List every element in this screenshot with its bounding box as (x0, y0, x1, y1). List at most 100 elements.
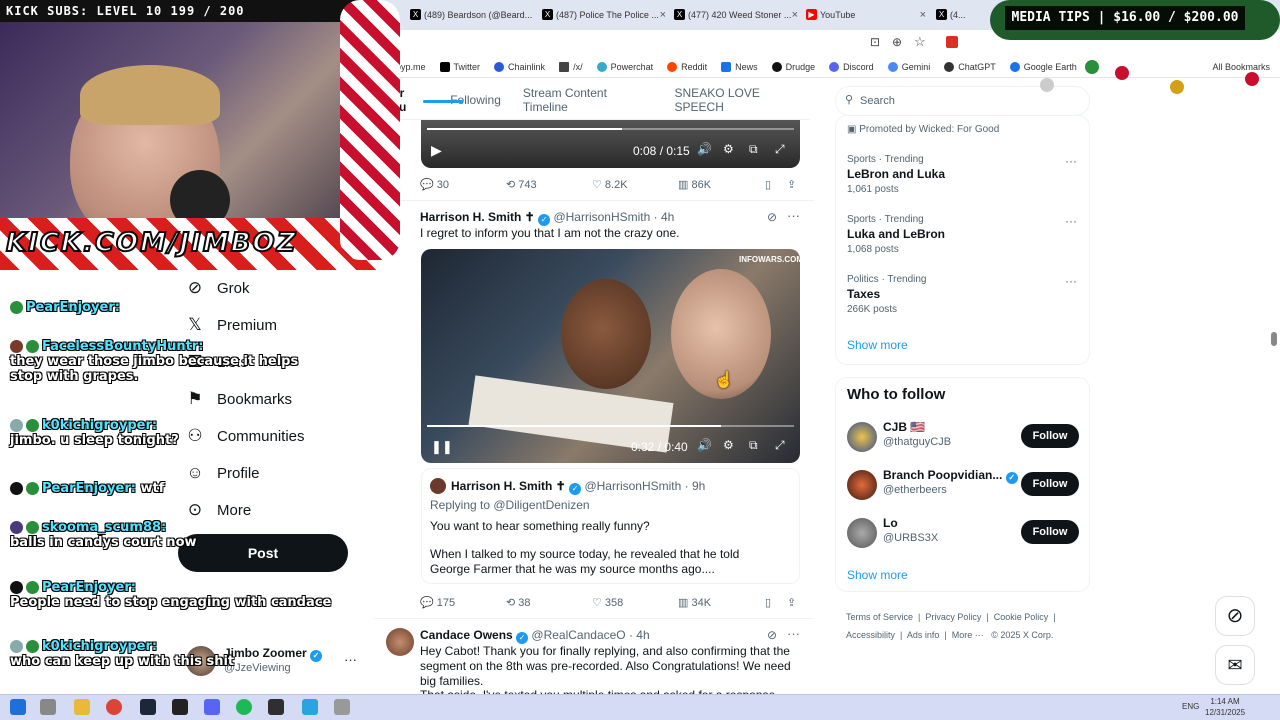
trends-show-more[interactable]: Show more (847, 338, 908, 352)
volume-icon[interactable]: 🔊 (697, 142, 712, 156)
pause-icon[interactable]: ❚❚ (431, 439, 453, 455)
trend-item[interactable]: Politics · Trending Taxes 266K posts ··· (847, 274, 1077, 315)
bookmark-icon[interactable]: ▯ (765, 178, 771, 191)
follow-button[interactable]: Follow (1021, 424, 1079, 448)
play-icon[interactable]: ▶ (431, 142, 442, 159)
who-show-more[interactable]: Show more (847, 568, 908, 582)
bookmark-news[interactable]: News (721, 61, 758, 72)
share-icon[interactable]: ⇪ (787, 178, 796, 191)
repost-button[interactable]: ⟲ 743 (506, 178, 537, 191)
bookmark-chatgpt[interactable]: ChatGPT (944, 61, 996, 72)
grok-icon[interactable]: ⊘ (767, 628, 777, 642)
close-icon[interactable]: × (660, 4, 666, 26)
more-icon[interactable]: ··· (1065, 274, 1077, 288)
fullscreen-icon[interactable]: ⤢ (775, 142, 785, 157)
like-button[interactable]: ♡ 358 (592, 596, 623, 609)
terminal-icon[interactable] (172, 699, 188, 715)
language-indicator[interactable]: ENG (1182, 702, 1199, 711)
like-button[interactable]: ♡ 8.2K (592, 178, 628, 191)
tab-youtube[interactable]: ▶ YouTube × (804, 4, 930, 26)
settings-icon[interactable]: ⚙ (723, 438, 734, 452)
views-button[interactable]: ▥ 86K (678, 178, 711, 191)
video-player-2[interactable]: INFOWARS.COM ❚❚ 0:32 / 0:40 🔊 ⚙ ⧉ ⤢ (421, 249, 800, 463)
close-icon[interactable]: × (792, 4, 798, 26)
trend-item[interactable]: Sports · Trending LeBron and Luka 1,061 … (847, 154, 1077, 195)
more-icon[interactable]: ··· (1065, 214, 1077, 228)
star-icon[interactable]: ☆ (914, 34, 926, 50)
spotify-icon[interactable] (236, 699, 252, 715)
more-icon[interactable]: ··· (1065, 154, 1077, 168)
quoted-tweet[interactable]: Harrison H. Smith ✝ ✓ @HarrisonHSmith · … (421, 468, 800, 584)
tab-weed[interactable]: X (477) 420 Weed Stoner ... × (672, 4, 802, 26)
follow-suggestion[interactable]: CJB 🇺🇸 @thatguyCJB Follow (847, 418, 1082, 458)
install-icon[interactable]: ⊡ (870, 35, 880, 49)
file-explorer-icon[interactable] (74, 699, 90, 715)
repost-button[interactable]: ⟲ 38 (506, 596, 531, 609)
windows-start-icon[interactable] (10, 699, 26, 715)
footer-link[interactable]: Cookie Policy (994, 612, 1049, 622)
app-icon[interactable] (334, 699, 350, 715)
follow-button[interactable]: Follow (1021, 472, 1079, 496)
tab-x[interactable]: X (4... (934, 4, 974, 26)
follow-button[interactable]: Follow (1021, 520, 1079, 544)
bookmark-x[interactable]: /x/ (559, 61, 583, 72)
bookmark-gemini[interactable]: Gemini (887, 61, 930, 72)
obs-icon[interactable] (268, 699, 284, 715)
bookmark-twitter[interactable]: Twitter (439, 61, 480, 72)
search-input[interactable]: Search (835, 86, 1090, 116)
bookmark-reddit[interactable]: Reddit (667, 61, 707, 72)
views-button[interactable]: ▥ 34K (678, 596, 711, 609)
tweet-author-handle[interactable]: @RealCandaceO (531, 628, 625, 642)
bookmark-powerchat[interactable]: Powerchat (596, 61, 653, 72)
grok-float-icon[interactable]: ⊘ (1215, 596, 1255, 636)
tweet-author-handle[interactable]: @HarrisonHSmith (553, 210, 650, 224)
more-icon[interactable]: ··· (787, 208, 800, 223)
share-icon[interactable]: ⇪ (787, 596, 796, 609)
tweet-author-name[interactable]: Harrison H. Smith ✝ (420, 210, 535, 224)
more-icon[interactable]: ··· (787, 626, 800, 641)
tweet-author-name[interactable]: Candace Owens (420, 628, 513, 642)
bookmark-chainlink[interactable]: Chainlink (494, 61, 545, 72)
follow-suggestion[interactable]: Lo @URBS3X Follow (847, 514, 1082, 554)
footer-link[interactable]: Accessibility (846, 630, 895, 640)
footer-link[interactable]: Terms of Service (846, 612, 913, 622)
reply-button[interactable]: 💬 30 (420, 178, 449, 191)
pip-icon[interactable]: ⧉ (749, 142, 758, 157)
tab-sneako[interactable]: SNEAKO LOVE SPEECH (675, 86, 811, 114)
app-icon[interactable] (302, 699, 318, 715)
all-bookmarks[interactable]: All Bookmarks (1212, 62, 1270, 72)
x-icon (439, 61, 450, 72)
footer-link[interactable]: More ··· (952, 630, 984, 640)
footer-link[interactable]: Ads info (907, 630, 940, 640)
page-scrollbar[interactable] (1271, 332, 1277, 346)
pip-icon[interactable]: ⧉ (749, 438, 758, 453)
messages-icon[interactable]: ✉ (1215, 645, 1255, 685)
steam-icon[interactable] (140, 699, 156, 715)
tab-beardson[interactable]: X (489) Beardson (@Beard... (408, 4, 538, 26)
video-player-1[interactable]: ▶ 0:08 / 0:15 🔊 ⚙ ⧉ ⤢ (421, 120, 800, 168)
footer-link[interactable]: Privacy Policy (925, 612, 981, 622)
settings-icon[interactable]: ⚙ (723, 142, 734, 156)
clock[interactable]: 1:14 AM 12/31/2025 (1205, 696, 1245, 718)
zoom-icon[interactable]: ⊕ (892, 35, 902, 49)
tab-police[interactable]: X (487) Police The Police ... × (540, 4, 670, 26)
bookmark-google-earth[interactable]: Google Earth (1009, 61, 1077, 72)
grok-icon[interactable]: ⊘ (767, 210, 777, 224)
fullscreen-icon[interactable]: ⤢ (775, 438, 785, 453)
chrome-icon[interactable] (106, 699, 122, 715)
promoted-label[interactable]: ▣ Promoted by Wicked: For Good (847, 124, 999, 135)
avatar[interactable] (386, 628, 414, 656)
follow-suggestion[interactable]: Branch Poopvidian... ✓ @etherbeers Follo… (847, 466, 1082, 506)
task-view-icon[interactable] (40, 699, 56, 715)
bookmark-icon[interactable]: ▯ (765, 596, 771, 609)
close-icon[interactable]: × (920, 4, 926, 26)
bookmark-drudge[interactable]: Drudge (771, 61, 815, 72)
reply-button[interactable]: 💬 175 (420, 596, 455, 609)
bookmark-discord[interactable]: Discord (829, 61, 874, 72)
like-count: 8.2K (604, 179, 628, 191)
tab-stream-content[interactable]: Stream Content Timeline (523, 86, 653, 114)
discord-icon[interactable] (204, 699, 220, 715)
extension-icon[interactable] (946, 36, 958, 48)
trend-item[interactable]: Sports · Trending Luka and LeBron 1,068 … (847, 214, 1077, 255)
volume-icon[interactable]: 🔊 (697, 438, 712, 452)
